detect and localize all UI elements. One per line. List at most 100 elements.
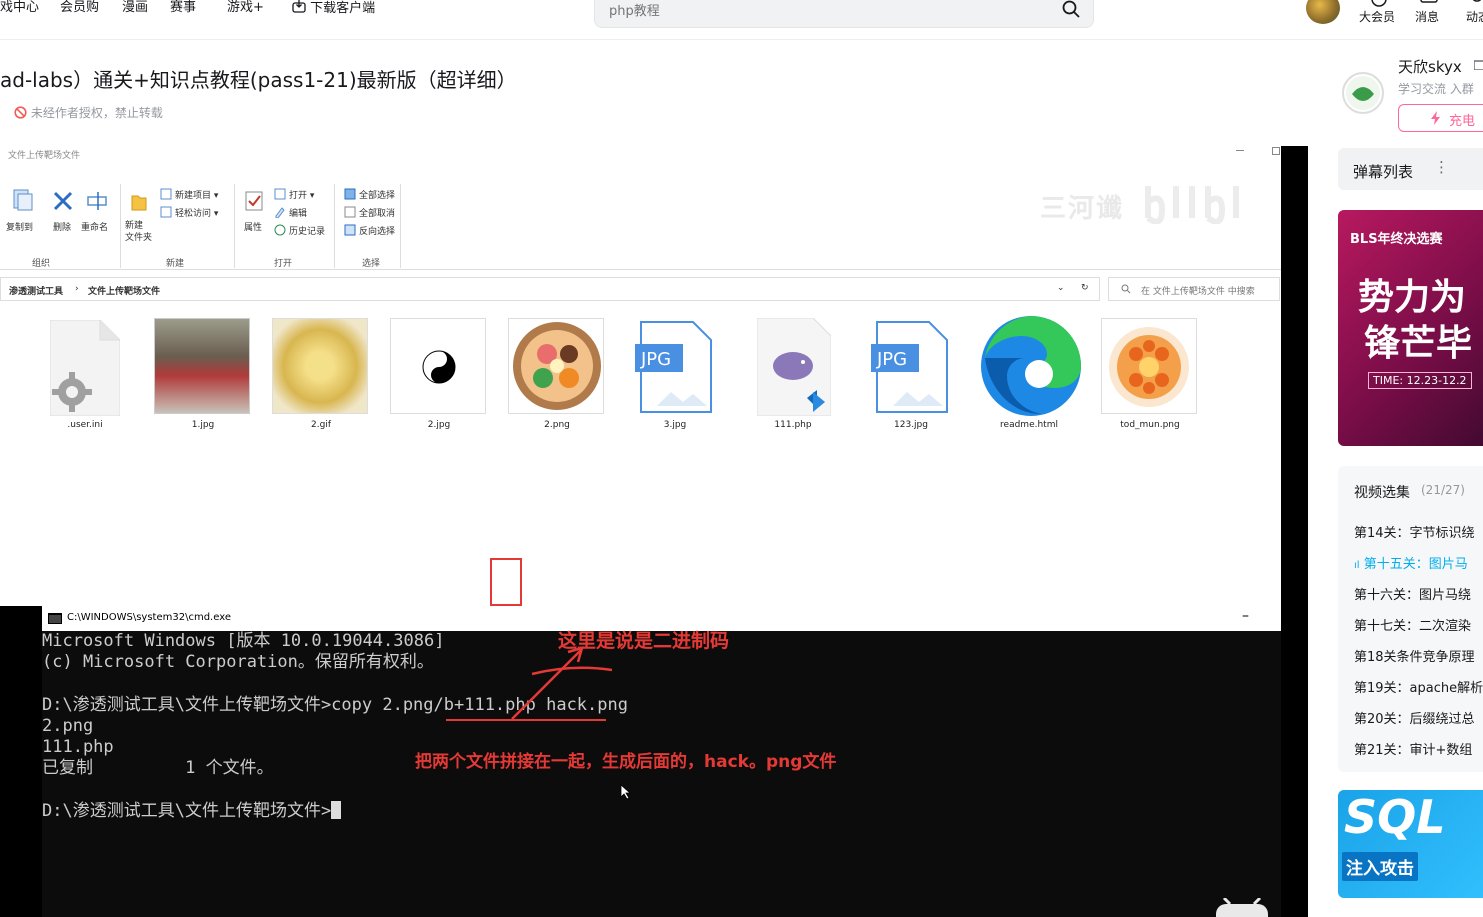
episode-item[interactable]: 第18关条件竞争原理 [1354, 646, 1475, 665]
breadcrumb-item[interactable]: 文件上传靶场文件 [88, 284, 160, 297]
invert-selection-icon [344, 224, 356, 236]
vip-label[interactable]: 大会员 [1359, 8, 1395, 25]
ad-banner[interactable]: BLS年终决选赛 势力为 锋芒毕 TIME: 12.23-12.2 [1338, 210, 1483, 446]
search-icon[interactable] [1061, 0, 1081, 19]
nav-game-center[interactable]: 戏中心 [0, 0, 39, 16]
address-bar[interactable]: 渗透测试工具 › 文件上传靶场文件 ⌄ ↻ [0, 277, 1100, 301]
search-bar [594, 0, 1094, 28]
ini-file-icon [50, 320, 120, 416]
episode-item[interactable]: 第十七关：二次渲染 [1354, 615, 1471, 634]
forbidden-icon [14, 106, 27, 119]
maximize-icon[interactable] [1272, 147, 1280, 155]
nav-vip-shop[interactable]: 会员购 [60, 0, 99, 16]
refresh-icon[interactable]: ↻ [1081, 283, 1089, 293]
episode-item[interactable]: 第19关：apache解析 [1354, 677, 1483, 696]
breadcrumb-item[interactable]: 渗透测试工具 [9, 284, 63, 297]
file-name: 2.jpg [427, 420, 451, 430]
mail-icon[interactable] [1474, 60, 1483, 70]
annotation-concat: 把两个文件拼接在一起，生成后面的，hack。png文件 [415, 752, 837, 772]
tv-mascot-icon [1216, 898, 1268, 917]
image-thumbnail [154, 318, 250, 414]
episode-active-label: 第十五关：图片马 [1363, 557, 1468, 572]
ad-headline-2: 锋芒毕 [1364, 322, 1473, 364]
sql-ad-banner[interactable]: SQL 注入攻击 [1338, 790, 1483, 898]
nav-manga[interactable]: 漫画 [122, 0, 148, 16]
chevron-down-icon[interactable]: ⌄ [1057, 283, 1065, 293]
ad-time: TIME: 12.23-12.2 [1368, 372, 1472, 389]
copy-to-label[interactable]: 复制到 [6, 220, 33, 233]
rename-label[interactable]: 重命名 [81, 220, 108, 233]
user-avatar[interactable] [1306, 0, 1340, 24]
cmd-prompt-line[interactable]: D:\渗透测试工具\文件上传靶场文件> [42, 801, 342, 822]
file-name: readme.html [1000, 420, 1058, 430]
message-label[interactable]: 消息 [1415, 8, 1439, 25]
episode-item[interactable]: 第14关：字节标识绕 [1354, 522, 1475, 541]
easy-access-label[interactable]: 轻松访问 ▾ [175, 206, 218, 219]
episode-item[interactable]: 第20关：后缀绕过总 [1354, 708, 1475, 727]
file-name: .user.ini [67, 420, 103, 430]
dynamic-label[interactable]: 动态 [1466, 8, 1483, 25]
uploader-description: 学习交流 入群 [1398, 82, 1474, 96]
open-label[interactable]: 打开 ▾ [289, 188, 314, 201]
history-label[interactable]: 历史记录 [289, 224, 325, 237]
nav-game-plus[interactable]: 游戏+ [227, 0, 264, 16]
select-all-label[interactable]: 全部选择 [359, 188, 395, 201]
jpg-file-icon: JPG [871, 321, 948, 413]
group-new-label: 新建 [166, 259, 185, 269]
rename-icon[interactable] [86, 190, 110, 212]
delete-label[interactable]: 删除 [53, 220, 71, 233]
minimize-icon[interactable]: – [1242, 608, 1249, 624]
properties-icon[interactable] [244, 190, 264, 212]
charge-label: 充电 [1449, 114, 1476, 129]
ribbon-divider [234, 184, 235, 268]
file-name: tod_mun.png [1120, 420, 1180, 430]
annotation-arrow-icon [511, 646, 613, 720]
explorer-search-box[interactable]: 在 文件上传靶场文件 中搜索 [1108, 277, 1280, 301]
danmaku-list-header[interactable]: 弹幕列表 ⋮ [1338, 148, 1483, 190]
nav-download-client[interactable]: 下载客户端 [292, 0, 375, 17]
new-folder-label[interactable]: 新建 文件夹 [125, 220, 152, 244]
edit-label[interactable]: 编辑 [289, 206, 307, 219]
image-thumbnail [272, 318, 368, 414]
mouse-cursor-icon [620, 784, 632, 800]
invert-selection-label[interactable]: 反向选择 [359, 224, 395, 237]
copy-to-icon[interactable] [10, 188, 34, 212]
select-none-label[interactable]: 全部取消 [359, 206, 395, 219]
more-icon[interactable]: ⋮ [1434, 158, 1449, 176]
episode-item[interactable]: 第十六关：图片马绕 [1354, 584, 1471, 603]
episode-list-title: 视频选集 [1354, 485, 1410, 501]
vip-icon[interactable] [1370, 0, 1388, 8]
ribbon-divider [400, 184, 401, 268]
uploader-name[interactable]: 天欣skyx [1398, 56, 1462, 77]
delete-icon[interactable] [52, 190, 74, 212]
video-title: ad-labs）通关+知识点教程(pass1-21)最新版（超详细） [0, 68, 517, 92]
bilibili-watermark-logo [1145, 186, 1239, 224]
nav-esports[interactable]: 赛事 [170, 0, 196, 16]
watermark: 三河谶 [1040, 194, 1125, 224]
group-open-label: 打开 [274, 259, 293, 269]
episode-item[interactable]: 第21关：审计+数组 [1354, 739, 1472, 758]
uploader-avatar[interactable] [1342, 72, 1384, 114]
search-input[interactable] [607, 1, 1027, 21]
file-name: 2.gif [311, 420, 331, 430]
minimize-icon[interactable] [1236, 150, 1244, 151]
svg-text:JPG: JPG [876, 349, 907, 370]
cmd-output-line: (c) Microsoft Corporation。保留所有权利。 [42, 652, 434, 672]
sql-ad-subtitle: 注入攻击 [1342, 852, 1418, 881]
file-name: 3.jpg [663, 420, 687, 430]
edit-icon [275, 207, 285, 218]
file-name: 2.png [544, 420, 570, 430]
download-icon [292, 0, 306, 13]
video-player[interactable]: 文件上传靶场文件 复制到 删除 重命名 组织 新建 文件夹 新建项目 ▾ 轻松访… [0, 146, 1308, 917]
properties-label[interactable]: 属性 [244, 220, 262, 233]
history-icon [274, 224, 286, 236]
charge-button[interactable]: 充电 [1398, 104, 1483, 132]
new-item-label[interactable]: 新建项目 ▾ [175, 188, 218, 201]
cmd-window[interactable]: C:\WINDOWS\system32\cmd.exe – Microsoft … [42, 606, 1281, 917]
dynamic-icon[interactable] [1470, 0, 1483, 6]
episode-item-active[interactable]: ıl 第十五关：图片马 [1354, 553, 1468, 572]
file-name: 123.jpg [894, 420, 928, 430]
php-file-icon [757, 318, 831, 416]
new-folder-icon[interactable] [130, 190, 148, 212]
message-icon[interactable] [1420, 0, 1438, 6]
